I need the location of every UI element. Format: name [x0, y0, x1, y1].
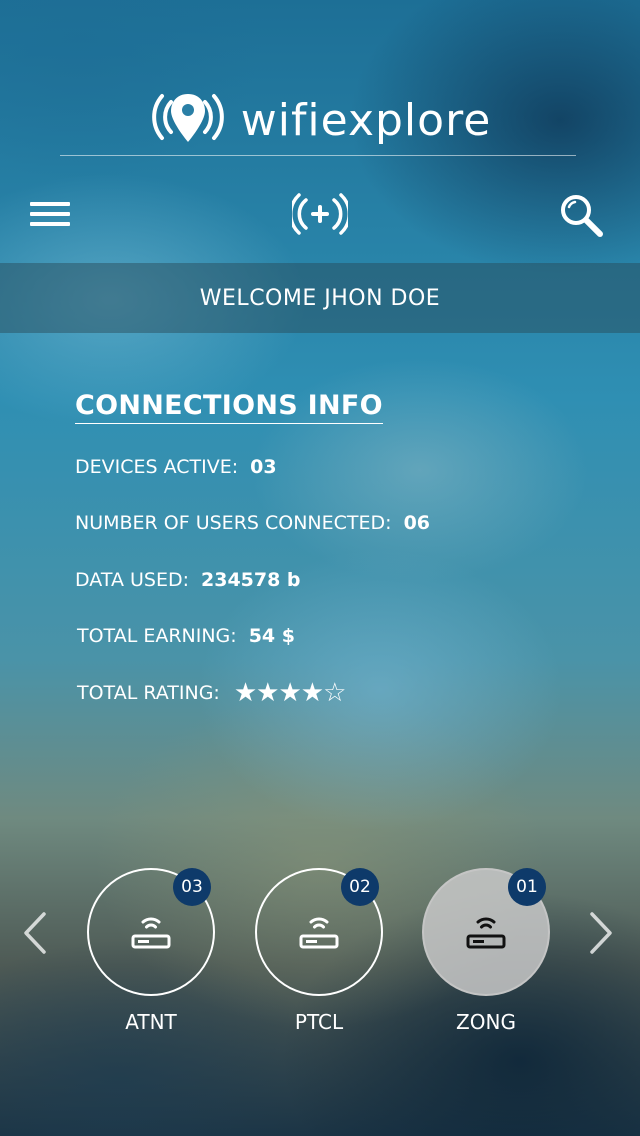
network-circle[interactable]: 01	[422, 868, 550, 996]
add-hotspot-icon[interactable]	[292, 192, 348, 236]
router-icon	[131, 917, 171, 949]
network-count-badge: 02	[341, 868, 379, 906]
network-count-badge: 01	[508, 868, 546, 906]
connections-info-title: CONNECTIONS INFO	[75, 390, 383, 424]
network-item-atnt[interactable]: 03 ATNT	[87, 868, 215, 1034]
network-item-ptcl[interactable]: 02 PTCL	[255, 868, 383, 1034]
network-item-zong[interactable]: 01 ZONG	[422, 868, 550, 1034]
chevron-left-icon[interactable]	[20, 910, 50, 956]
users-connected-value: 06	[403, 512, 431, 534]
welcome-message: WELCOME JHON DOE	[199, 285, 441, 311]
network-count-badge: 03	[173, 868, 211, 906]
network-name: ZONG	[456, 1010, 516, 1034]
hamburger-menu-icon[interactable]	[30, 200, 70, 230]
welcome-bar: WELCOME JHON DOE	[0, 263, 640, 333]
total-earning-value: 54 $	[248, 625, 295, 647]
network-circle[interactable]: 02	[255, 868, 383, 996]
data-used-value: 234578 b	[201, 569, 301, 591]
total-rating-row: TOTAL RATING: ★★★★☆	[77, 678, 347, 708]
total-earning-row: TOTAL EARNING: 54 $	[77, 625, 295, 647]
devices-active-label: DEVICES ACTIVE:	[75, 456, 239, 478]
network-circle[interactable]: 03	[87, 868, 215, 996]
data-used-row: DATA USED: 234578 b	[75, 569, 301, 591]
header-divider	[60, 155, 576, 156]
network-name: ATNT	[125, 1010, 177, 1034]
devices-active-row: DEVICES ACTIVE: 03	[75, 456, 277, 478]
router-icon	[299, 917, 339, 949]
app-logo: wifiexplore	[0, 88, 640, 152]
devices-active-value: 03	[250, 456, 277, 478]
wifi-location-pin-icon	[151, 94, 224, 142]
app-title: wifiexplore	[240, 94, 492, 146]
users-connected-label: NUMBER OF USERS CONNECTED:	[75, 512, 392, 534]
total-earning-label: TOTAL EARNING:	[77, 625, 237, 647]
rating-stars: ★★★★☆	[233, 678, 347, 708]
network-name: PTCL	[294, 1010, 344, 1034]
search-icon[interactable]	[558, 192, 604, 238]
data-used-label: DATA USED:	[75, 569, 189, 591]
users-connected-row: NUMBER OF USERS CONNECTED: 06	[75, 512, 430, 534]
chevron-right-icon[interactable]	[586, 910, 616, 956]
total-rating-label: TOTAL RATING:	[77, 682, 220, 704]
router-icon	[466, 917, 506, 949]
